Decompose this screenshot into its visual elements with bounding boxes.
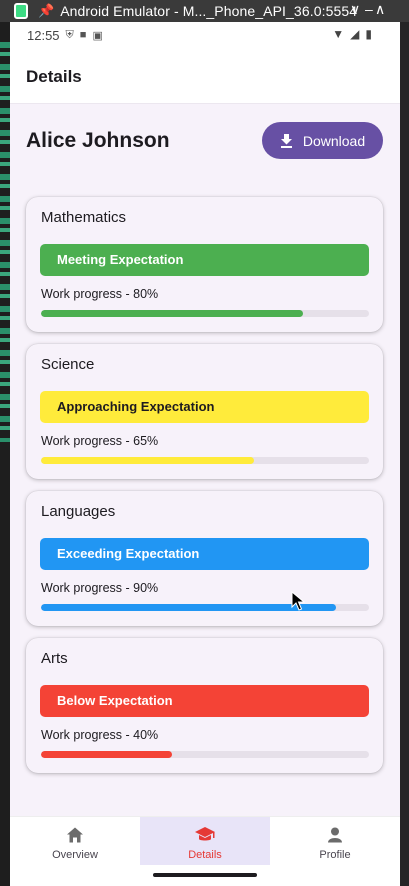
person-icon	[328, 827, 342, 843]
mouse-cursor-icon	[291, 591, 305, 611]
chevron-down-icon[interactable]: ∨	[350, 1, 360, 18]
nav-profile[interactable]: Profile	[270, 817, 400, 865]
sd-card-icon: ■	[79, 29, 87, 41]
status-bar: 12:55 ⛨ ■ ▣ ▼ ◢ ▮	[10, 22, 400, 48]
app-bar: Details	[10, 48, 400, 104]
nav-details[interactable]: Details	[140, 817, 270, 865]
nav-label: Details	[188, 849, 222, 861]
emulator-title-bar: 📌 Android Emulator - M..._Phone_API_36.0…	[0, 0, 409, 22]
download-icon	[280, 133, 292, 148]
chevron-up-icon[interactable]: ∧	[375, 1, 385, 18]
pin-icon[interactable]: 📌	[38, 3, 54, 19]
progress-track	[41, 310, 369, 317]
student-name: Alice Johnson	[26, 129, 170, 152]
gesture-handle[interactable]	[153, 873, 257, 877]
subject-name: Arts	[41, 650, 68, 667]
progress-fill	[41, 457, 255, 464]
progress-label: Work progress - 90%	[41, 581, 159, 595]
status-time: 12:55	[27, 27, 60, 43]
app-notification-icon: ▣	[92, 29, 103, 42]
battery-icon: ▮	[365, 27, 372, 41]
status-badge: Exceeding Expectation	[40, 538, 369, 570]
page-title: Details	[26, 67, 82, 86]
signal-icon: ◢	[350, 27, 360, 41]
download-button[interactable]: Download	[262, 122, 383, 159]
bottom-navigation: Overview Details Profile	[10, 816, 400, 886]
emulator-app-icon	[14, 3, 28, 19]
nav-overview[interactable]: Overview	[10, 817, 140, 865]
progress-label: Work progress - 80%	[41, 287, 159, 301]
progress-track	[41, 751, 369, 758]
wifi-icon: ▼	[332, 27, 345, 41]
nav-label: Profile	[319, 849, 351, 861]
details-content: Alice Johnson Download Mathematics Meeti…	[10, 105, 400, 816]
window-title: Android Emulator - M..._Phone_API_36.0:5…	[60, 3, 358, 19]
status-badge: Meeting Expectation	[40, 244, 369, 276]
host-background-left	[0, 22, 10, 886]
progress-label: Work progress - 65%	[41, 434, 159, 448]
progress-fill	[41, 310, 304, 317]
subject-card: Arts Below Expectation Work progress - 4…	[26, 638, 383, 773]
subject-name: Mathematics	[41, 209, 127, 226]
subject-name: Languages	[41, 503, 116, 520]
status-badge: Approaching Expectation	[40, 391, 369, 423]
nav-label: Overview	[52, 849, 98, 861]
subject-name: Science	[41, 356, 95, 373]
progress-track	[41, 604, 369, 611]
phone-screen: 12:55 ⛨ ■ ▣ ▼ ◢ ▮ Details Alice Johnson …	[10, 22, 400, 886]
shield-icon: ⛨	[65, 28, 74, 41]
download-label: Download	[302, 132, 366, 149]
progress-track	[41, 457, 369, 464]
subject-card: Languages Exceeding Expectation Work pro…	[26, 491, 383, 626]
host-background-right	[400, 22, 409, 886]
subject-card: Mathematics Meeting Expectation Work pro…	[26, 197, 383, 332]
subject-card: Science Approaching Expectation Work pro…	[26, 344, 383, 479]
minimize-icon[interactable]: –	[365, 1, 373, 17]
home-icon	[67, 827, 83, 843]
progress-label: Work progress - 40%	[41, 728, 159, 742]
status-badge: Below Expectation	[40, 685, 369, 717]
progress-fill	[41, 751, 173, 758]
school-icon	[195, 827, 215, 841]
